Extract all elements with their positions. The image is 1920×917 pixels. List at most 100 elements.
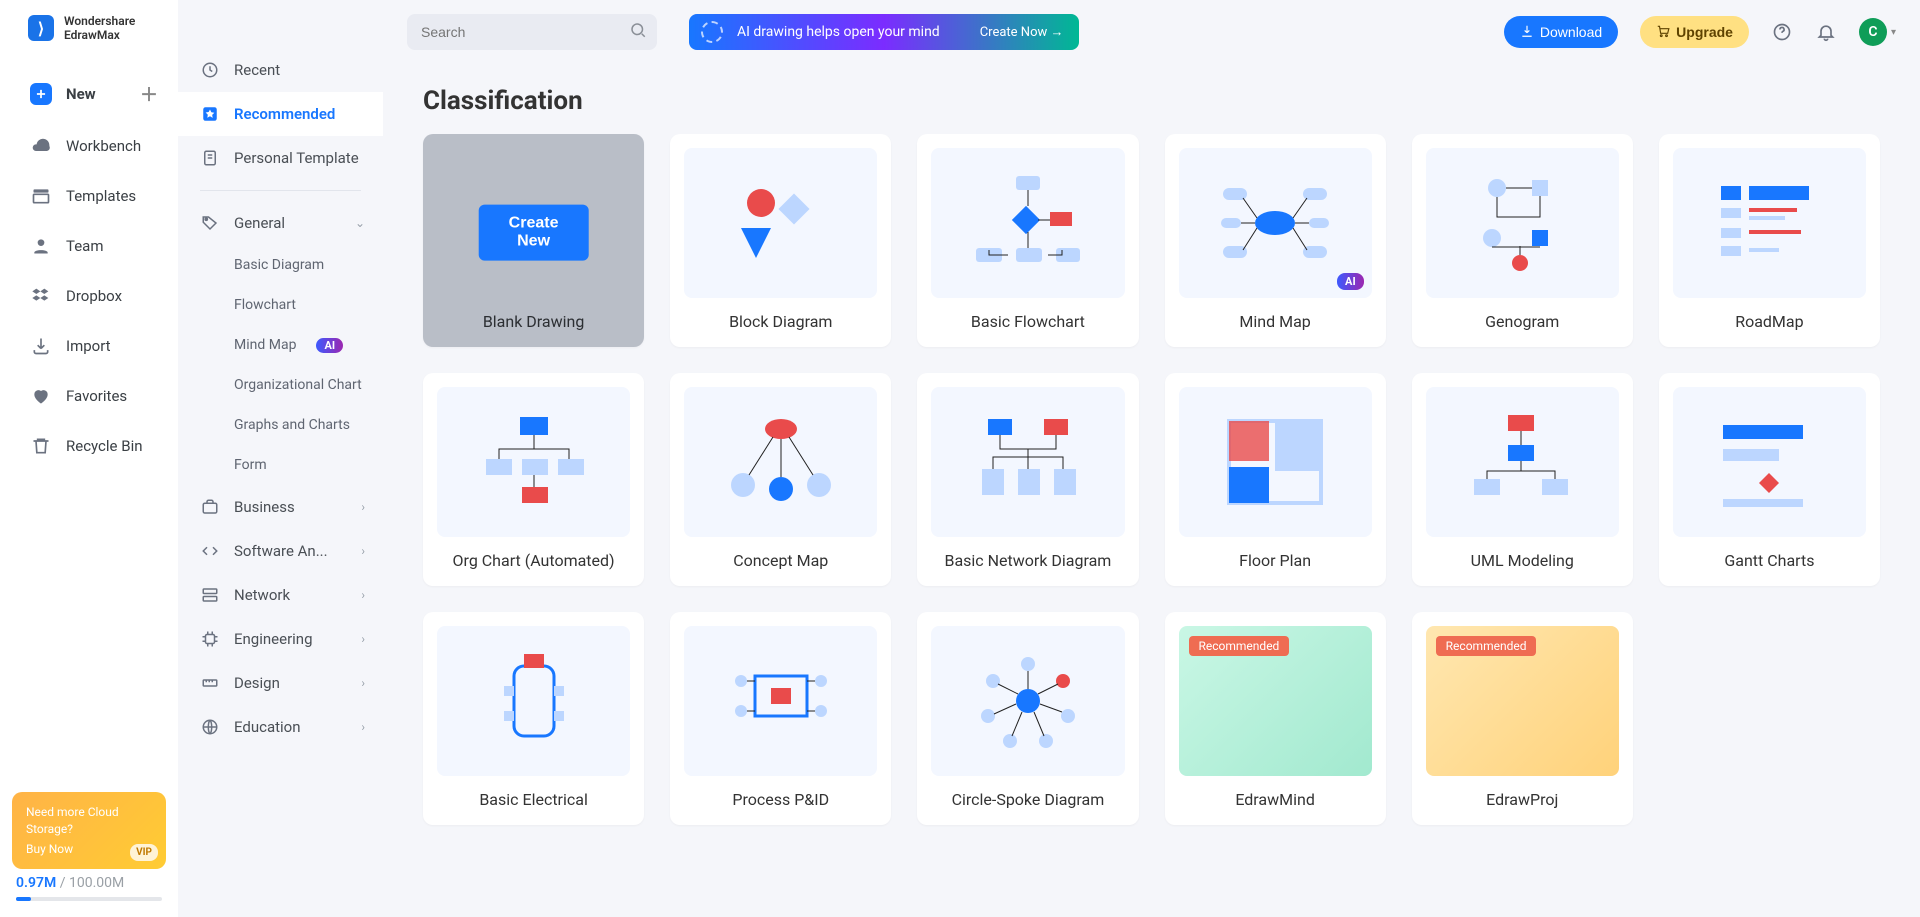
nav-workbench[interactable]: Workbench <box>0 121 178 171</box>
card-thumbnail <box>437 387 630 537</box>
trash-icon <box>30 435 52 457</box>
template-card-flowchart[interactable]: Basic Flowchart <box>917 134 1138 347</box>
card-label: RoadMap <box>1735 312 1803 331</box>
search-icon[interactable] <box>629 21 647 43</box>
template-card-circlespoke[interactable]: Circle-Spoke Diagram <box>917 612 1138 825</box>
cat-recent[interactable]: Recent <box>178 48 383 92</box>
cat-sub-mind-map[interactable]: Mind MapAI <box>178 325 383 365</box>
template-card-pid[interactable]: Process P&ID <box>670 612 891 825</box>
cart-icon <box>1656 24 1670 41</box>
ai-badge: AI <box>1337 273 1364 290</box>
template-card-block[interactable]: Block Diagram <box>670 134 891 347</box>
card-thumbnail: AI <box>1179 148 1372 298</box>
template-card-edrawproj[interactable]: RecommendedEdrawProj <box>1412 612 1633 825</box>
category-nav: Recent Recommended Personal Template Gen… <box>178 0 383 917</box>
nav-label: Templates <box>66 187 136 205</box>
chevron-right-icon: › <box>361 544 365 558</box>
nav-label: Favorites <box>66 387 127 405</box>
cat-recommended[interactable]: Recommended <box>178 92 383 136</box>
template-card-floorplan[interactable]: Floor Plan <box>1165 373 1386 586</box>
cat-label: General <box>234 214 285 232</box>
nav-import[interactable]: Import <box>0 321 178 371</box>
card-label: Genogram <box>1485 312 1559 331</box>
cat-business[interactable]: Business› <box>178 485 383 529</box>
code-icon <box>200 541 220 561</box>
card-thumbnail <box>1426 148 1619 298</box>
cat-sub-org-chart[interactable]: Organizational Chart <box>178 365 383 405</box>
ai-banner[interactable]: AI drawing helps open your mind Create N… <box>689 14 1079 50</box>
cat-label: Network <box>234 586 290 604</box>
nav-label: Dropbox <box>66 287 122 305</box>
template-card-genogram[interactable]: Genogram <box>1412 134 1633 347</box>
template-card-concept[interactable]: Concept Map <box>670 373 891 586</box>
template-card-gantt[interactable]: Gantt Charts <box>1659 373 1880 586</box>
nav-team[interactable]: Team <box>0 221 178 271</box>
cat-personal-template[interactable]: Personal Template <box>178 136 383 180</box>
nav-label: Team <box>66 237 104 255</box>
template-card-blank[interactable]: Create NewBlank Drawing <box>423 134 644 347</box>
card-label: UML Modeling <box>1471 551 1574 570</box>
template-card-netdiag[interactable]: Basic Network Diagram <box>917 373 1138 586</box>
template-card-orgauto[interactable]: Org Chart (Automated) <box>423 373 644 586</box>
heart-icon <box>30 385 52 407</box>
cloud-icon <box>30 135 52 157</box>
card-thumbnail: Recommended <box>1179 626 1372 776</box>
primary-nav: ⟩ Wondershare EdrawMax New ＋ Workbench T… <box>0 0 178 917</box>
main-area: AI drawing helps open your mind Create N… <box>383 0 1920 917</box>
template-card-mindmap[interactable]: AI Mind Map <box>1165 134 1386 347</box>
logo-mark-icon: ⟩ <box>28 15 54 41</box>
card-thumbnail <box>684 626 877 776</box>
storage-promo[interactable]: Need more Cloud Storage? Buy Now VIP <box>12 792 166 869</box>
tag-icon <box>200 213 220 233</box>
vip-chip: VIP <box>130 844 158 862</box>
cat-software[interactable]: Software An...› <box>178 529 383 573</box>
cat-network[interactable]: Network› <box>178 573 383 617</box>
bell-icon[interactable] <box>1815 21 1837 43</box>
cat-engineering[interactable]: Engineering› <box>178 617 383 661</box>
search-input[interactable] <box>407 14 657 50</box>
cat-sub-basic-diagram[interactable]: Basic Diagram <box>178 245 383 285</box>
download-button[interactable]: Download <box>1504 16 1618 48</box>
nav-templates[interactable]: Templates <box>0 171 178 221</box>
storage-bar <box>16 897 162 901</box>
card-thumbnail <box>684 148 877 298</box>
nav-dropbox[interactable]: Dropbox <box>0 271 178 321</box>
card-label: Floor Plan <box>1239 551 1311 570</box>
nav-new[interactable]: New ＋ <box>0 67 178 121</box>
doc-icon <box>200 148 220 168</box>
card-thumbnail <box>931 148 1124 298</box>
card-thumbnail: Recommended <box>1426 626 1619 776</box>
chevron-down-icon: ⌄ <box>355 216 365 230</box>
nav-recycle[interactable]: Recycle Bin <box>0 421 178 471</box>
card-label: Mind Map <box>1239 312 1310 331</box>
chip-icon <box>200 629 220 649</box>
cat-sub-flowchart[interactable]: Flowchart <box>178 285 383 325</box>
cat-design[interactable]: Design› <box>178 661 383 705</box>
download-icon <box>1520 24 1534 41</box>
plus-icon[interactable]: ＋ <box>140 81 158 107</box>
template-card-roadmap[interactable]: RoadMap <box>1659 134 1880 347</box>
cat-sub-form[interactable]: Form <box>178 445 383 485</box>
nav-favorites[interactable]: Favorites <box>0 371 178 421</box>
sparkle-icon <box>701 21 723 43</box>
cat-general[interactable]: General ⌄ <box>178 201 383 245</box>
person-icon <box>30 235 52 257</box>
dropbox-icon <box>30 285 52 307</box>
chevron-right-icon: › <box>361 500 365 514</box>
upgrade-button[interactable]: Upgrade <box>1640 16 1749 48</box>
storage-sep: / <box>56 875 69 891</box>
create-new-button[interactable]: Create New <box>478 204 589 260</box>
ai-badge: AI <box>316 338 343 353</box>
chevron-right-icon: › <box>361 676 365 690</box>
account-menu[interactable]: C ▾ <box>1859 18 1896 46</box>
card-label: EdrawMind <box>1235 790 1315 809</box>
cat-education[interactable]: Education› <box>178 705 383 749</box>
template-card-edrawmind[interactable]: Recommended EdrawMind <box>1165 612 1386 825</box>
top-bar: AI drawing helps open your mind Create N… <box>383 0 1920 64</box>
nav-label: Recycle Bin <box>66 437 143 455</box>
template-card-electrical[interactable]: Basic Electrical <box>423 612 644 825</box>
cat-label: Personal Template <box>234 149 359 167</box>
template-card-uml[interactable]: UML Modeling <box>1412 373 1633 586</box>
cat-sub-graphs[interactable]: Graphs and Charts <box>178 405 383 445</box>
help-icon[interactable] <box>1771 21 1793 43</box>
